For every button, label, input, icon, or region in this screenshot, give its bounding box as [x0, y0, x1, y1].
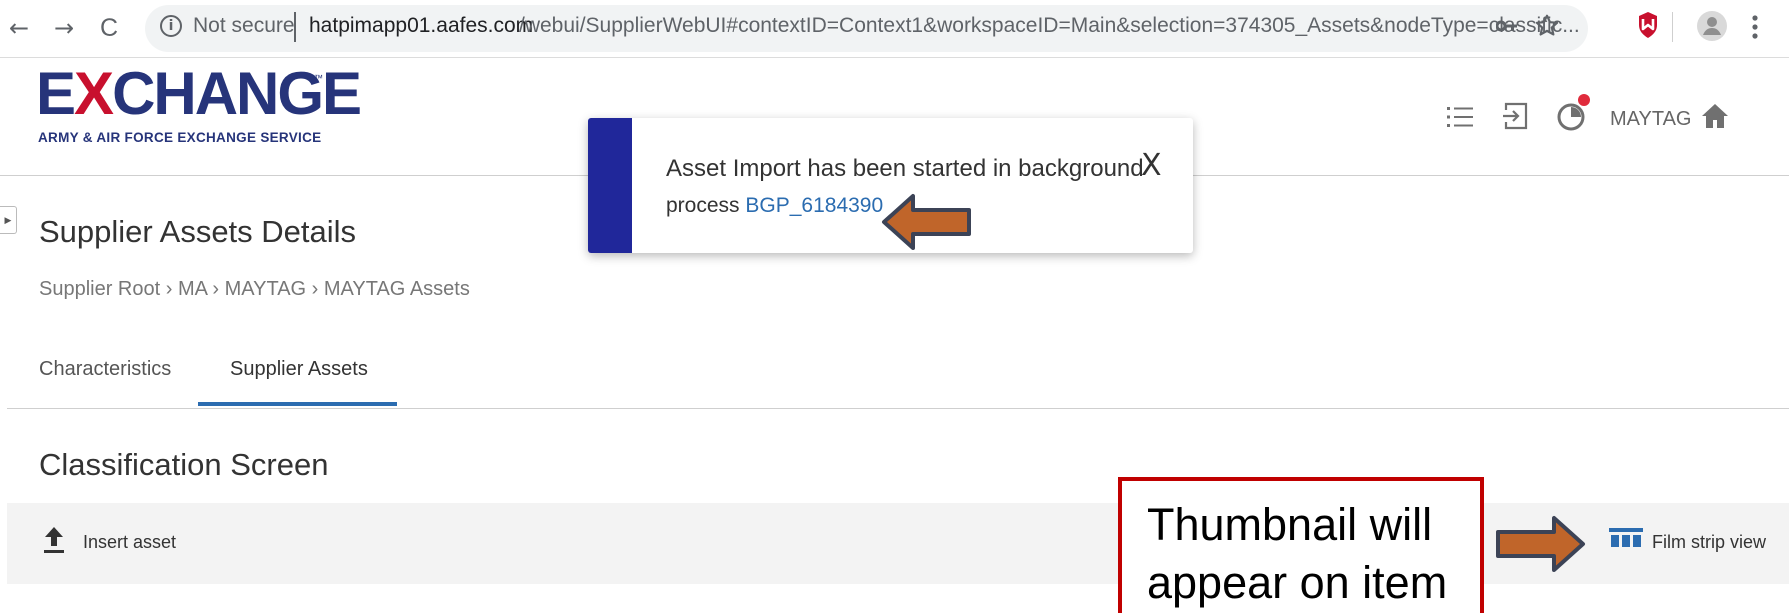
- film-strip-view-button[interactable]: Film strip view: [1652, 532, 1766, 553]
- kebab-menu-icon[interactable]: [1750, 14, 1760, 40]
- shield-extension-icon[interactable]: [1637, 11, 1659, 39]
- annotation-arrow-right-icon: [1496, 516, 1585, 572]
- url-path[interactable]: /webui/SupplierWebUI#contextID=Context1&…: [519, 14, 1580, 38]
- tabs-divider: [7, 408, 1789, 409]
- reload-icon[interactable]: C: [95, 12, 123, 44]
- user-name[interactable]: MAYTAG: [1610, 108, 1691, 131]
- tab-supplier-assets[interactable]: Supplier Assets: [230, 358, 368, 381]
- toolbar-divider: [1672, 12, 1673, 42]
- import-icon[interactable]: [1502, 101, 1530, 131]
- breadcrumb[interactable]: Supplier Root › MA › MAYTAG › MAYTAG Ass…: [39, 278, 470, 301]
- annotation-line-2: appear on item: [1147, 557, 1448, 608]
- home-icon[interactable]: [1700, 102, 1730, 130]
- upload-icon[interactable]: [43, 525, 65, 555]
- process-link[interactable]: BGP_6184390: [745, 194, 883, 217]
- info-icon[interactable]: i: [160, 15, 182, 37]
- section-title: Classification Screen: [39, 447, 329, 482]
- profile-avatar-icon[interactable]: [1696, 10, 1728, 42]
- annotation-arrow-left-icon: [882, 194, 971, 250]
- active-tab-indicator: [198, 402, 397, 406]
- bookmark-star-icon[interactable]: [1534, 13, 1560, 39]
- film-strip-icon[interactable]: [1609, 528, 1643, 552]
- insert-asset-button[interactable]: Insert asset: [83, 532, 176, 553]
- back-icon[interactable]: ←: [5, 12, 33, 44]
- close-icon[interactable]: X: [1141, 148, 1162, 183]
- forward-icon[interactable]: →: [50, 12, 78, 44]
- toast-message-line2: process BGP_6184390: [666, 194, 884, 217]
- annotation-callout: Thumbnail will appear on item: [1118, 477, 1484, 613]
- notifications-icon[interactable]: [1555, 92, 1593, 134]
- address-divider: [294, 12, 296, 42]
- list-icon[interactable]: [1446, 103, 1474, 131]
- logo-subtitle: ARMY & AIR FORCE EXCHANGE SERVICE: [38, 130, 322, 145]
- annotation-line-1: Thumbnail will: [1147, 499, 1433, 550]
- tab-characteristics[interactable]: Characteristics: [39, 358, 171, 381]
- toast-message: Asset Import has been started in backgro…: [666, 155, 1144, 182]
- key-icon[interactable]: [1496, 18, 1518, 34]
- url-host[interactable]: hatpimapp01.aafes.com: [309, 14, 533, 38]
- exchange-logo[interactable]: EXCHANGE: [36, 64, 362, 124]
- side-panel-toggle[interactable]: ▶: [0, 206, 17, 234]
- toast-accent-bar: [588, 118, 632, 253]
- annotation-callout-text: Thumbnail will appear on item: [1147, 496, 1447, 612]
- page-title: Supplier Assets Details: [39, 214, 357, 249]
- security-status-label[interactable]: Not secure: [193, 14, 295, 38]
- logo-trademark: ™: [314, 73, 323, 83]
